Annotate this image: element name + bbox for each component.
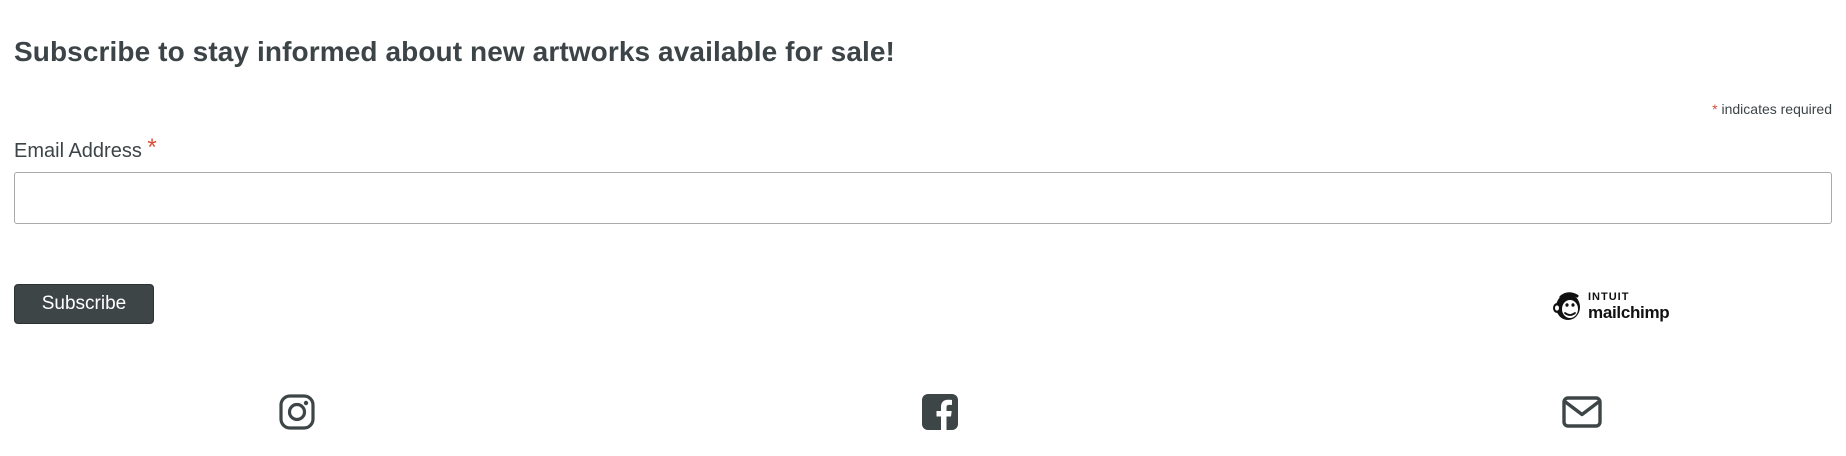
mailchimp-text: mailchimp: [1588, 302, 1670, 322]
intuit-text: INTUIT: [1588, 290, 1630, 303]
email-label-text: Email Address: [14, 140, 142, 162]
email-label: Email Address *: [14, 134, 157, 164]
intuit-mailchimp-logo[interactable]: INTUIT mailchimp: [1552, 288, 1682, 324]
instagram-icon: [279, 394, 315, 430]
mailchimp-freddie-icon: [1553, 292, 1580, 320]
email-input[interactable]: [14, 172, 1832, 224]
facebook-link[interactable]: [920, 392, 960, 432]
email-required-asterisk: *: [147, 134, 157, 161]
mailchimp-wordmark: INTUIT mailchimp: [1588, 290, 1670, 322]
subscribe-button[interactable]: Subscribe: [14, 284, 154, 324]
instagram-link[interactable]: [277, 392, 317, 432]
facebook-icon: [922, 394, 958, 430]
envelope-icon: [1562, 396, 1602, 428]
required-indicator-note: * indicates required: [1712, 101, 1832, 117]
email-link[interactable]: [1562, 392, 1602, 432]
form-heading: Subscribe to stay informed about new art…: [14, 36, 895, 67]
required-note-text: indicates required: [1721, 101, 1832, 117]
required-asterisk: *: [1712, 101, 1718, 117]
